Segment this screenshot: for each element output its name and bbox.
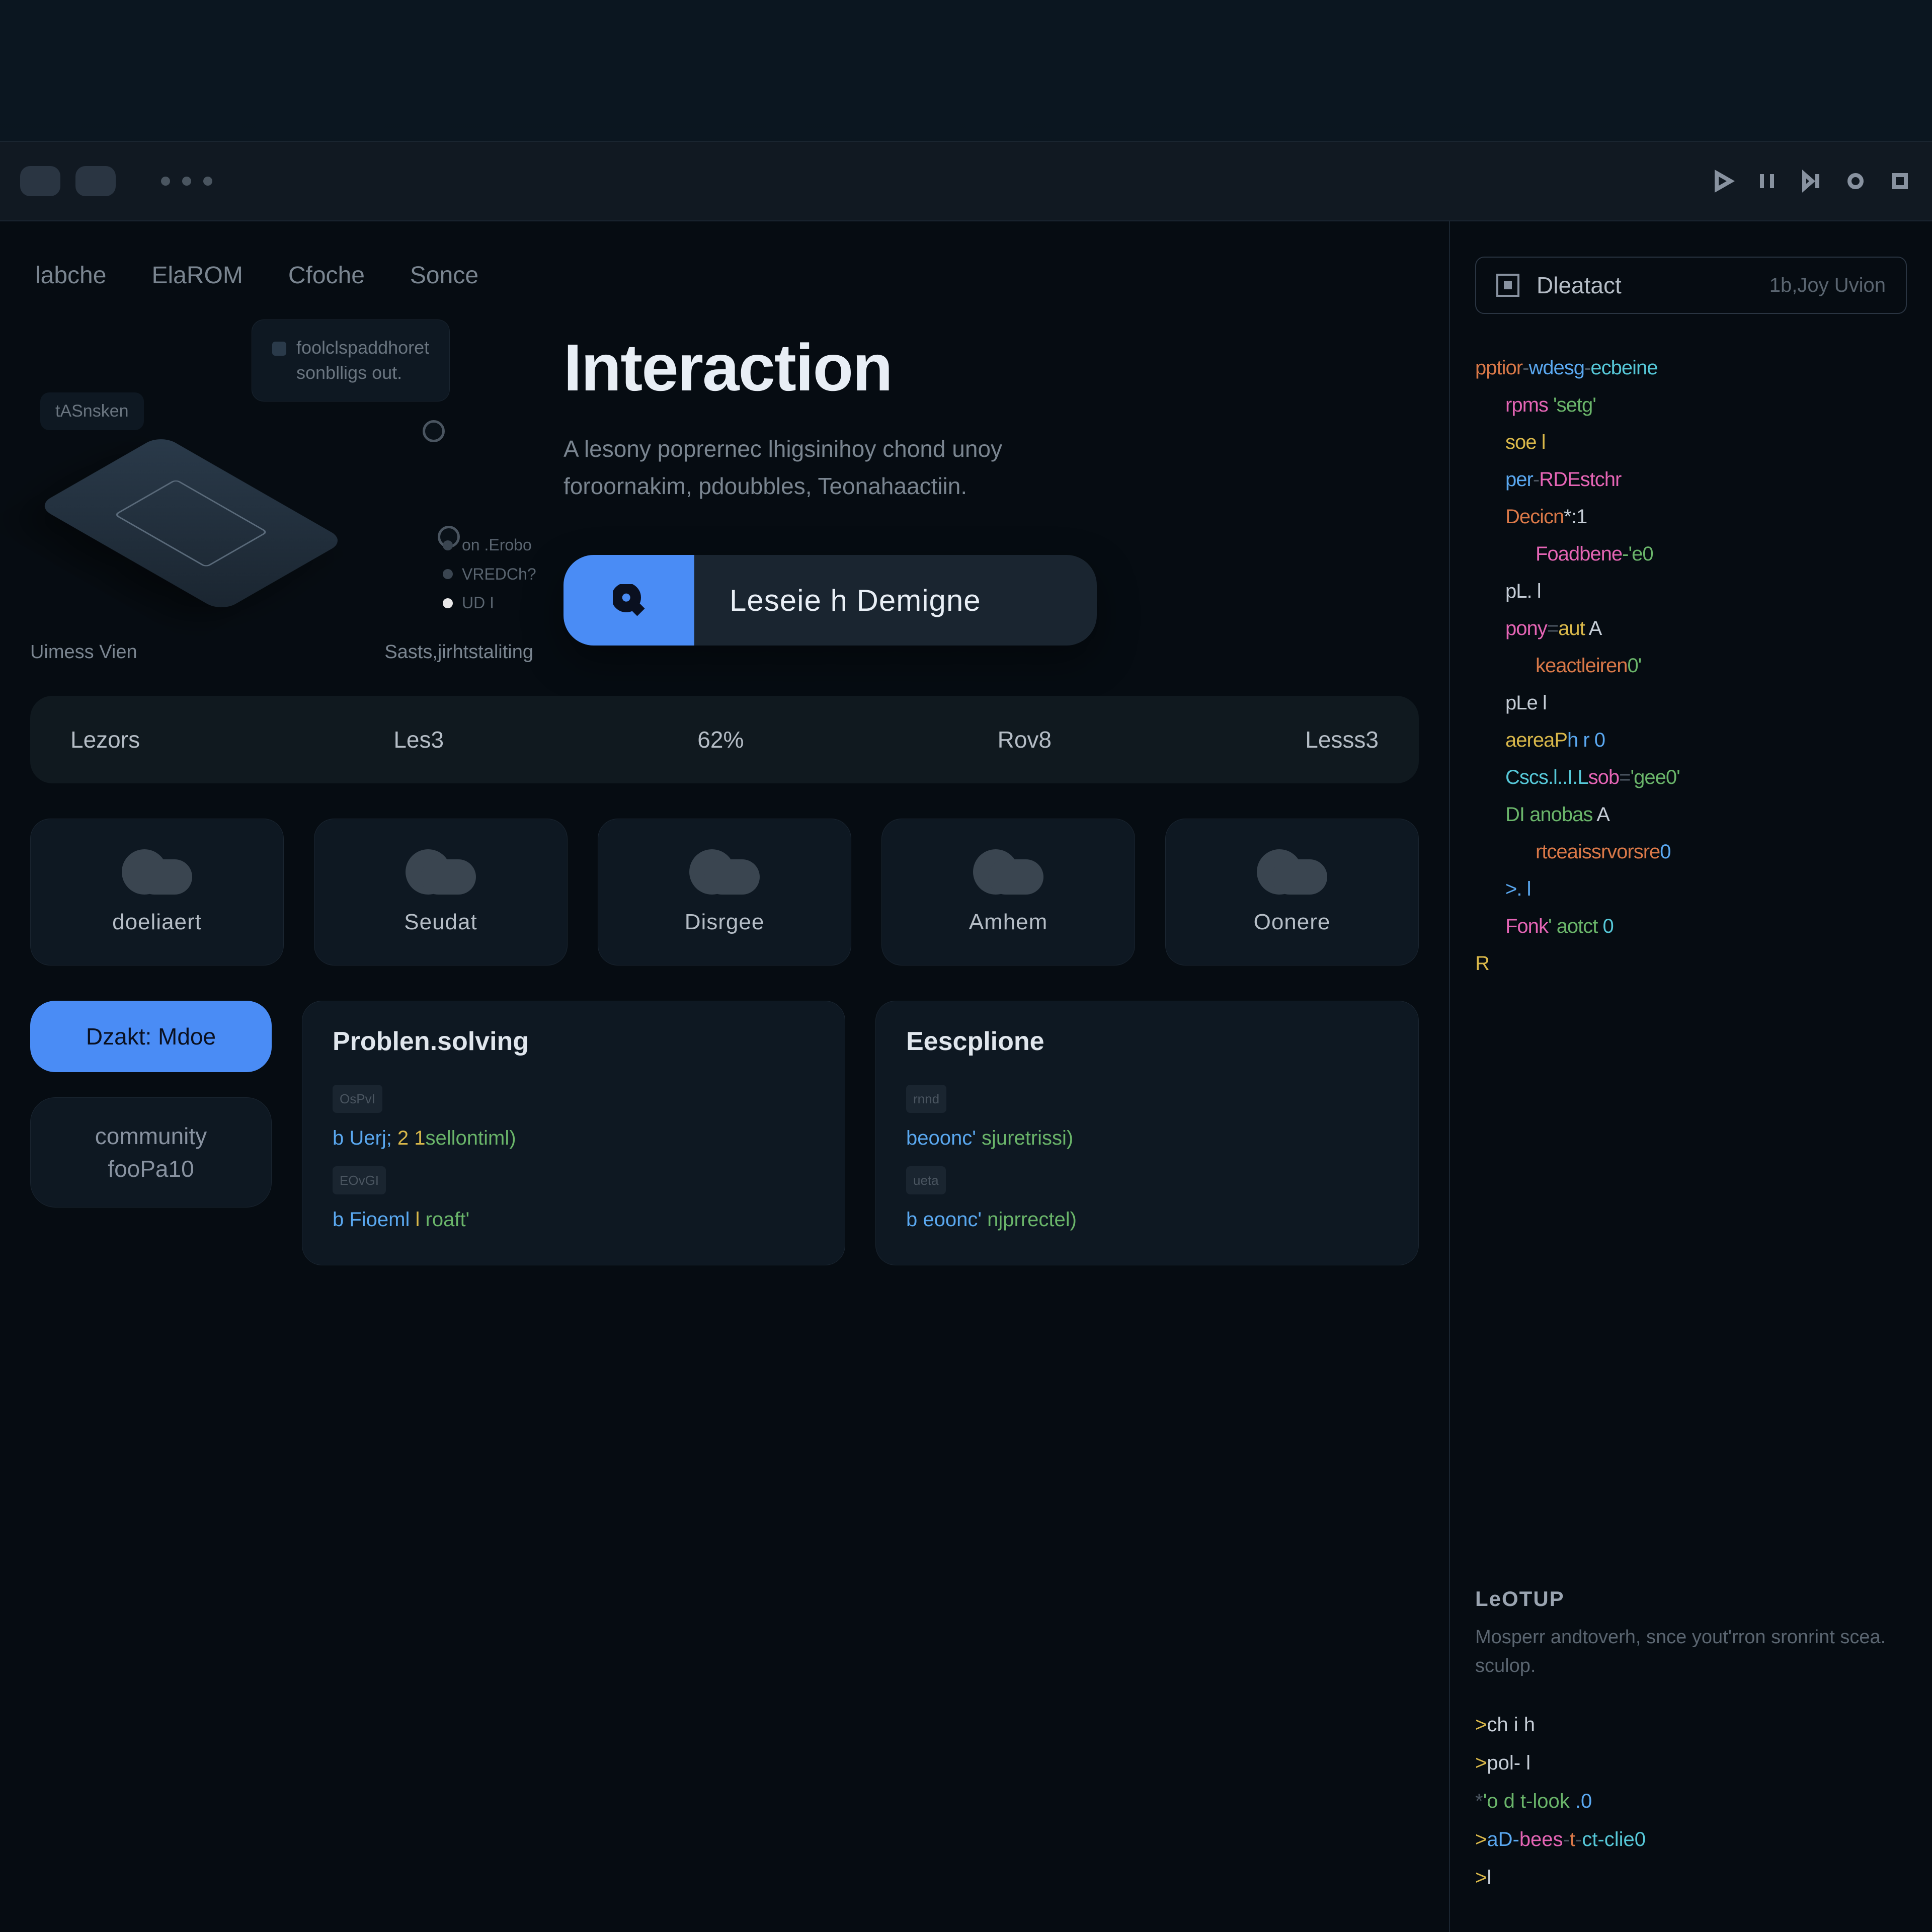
detect-icon [1496, 274, 1519, 297]
sidebar-subtitle: 1b,Joy Uvion [1769, 274, 1886, 297]
dot-icon[interactable] [161, 177, 170, 186]
category-card[interactable]: Amhem [881, 819, 1135, 965]
hero-section: foolclspaddhoret sonblligs out. tASnsken… [30, 319, 1419, 646]
window-pill[interactable] [20, 166, 60, 196]
help-title: LeOTUP [1475, 1587, 1907, 1611]
annotation-box: foolclspaddhoret sonblligs out. [252, 319, 450, 401]
cloud-icon [406, 844, 476, 890]
code-panel: pptior-wdesg-ecbeine rpms 'setg' soe l p… [1475, 349, 1907, 982]
isometric-device [60, 435, 322, 611]
box-title: Eescplione [906, 1026, 1388, 1057]
stats-strip: Lezors Les3 62% Rov8 Lesss3 [30, 696, 1419, 783]
dot-icon[interactable] [203, 177, 212, 186]
mode-button[interactable]: Dzakt: Mdoe [30, 1001, 272, 1072]
titlebar [0, 141, 1932, 221]
cta-label: Leseie h Demigne [694, 583, 981, 618]
page-title: Interaction [564, 330, 1419, 406]
nav-item[interactable]: ElaROM [151, 262, 243, 289]
stop-icon[interactable] [1888, 169, 1912, 193]
nav-item[interactable]: Sonce [410, 262, 478, 289]
stat-item: Lesss3 [1305, 726, 1379, 753]
hero-diagram: foolclspaddhoret sonblligs out. tASnsken… [30, 319, 533, 646]
problem-solving-box: Problen.solving OsPvI b Uerj; 2 1sellont… [302, 1001, 845, 1265]
community-button[interactable]: communityfooPa10 [30, 1097, 272, 1208]
sidebar-title: Dleatact [1537, 272, 1622, 299]
legend: on .Erobo VREDCh? UD I [443, 531, 536, 618]
stat-item: Lezors [70, 726, 140, 753]
category-card[interactable]: Oonere [1165, 819, 1419, 965]
media-controls [1711, 169, 1912, 193]
search-cta-button[interactable]: Leseie h Demigne [564, 555, 1097, 646]
box-title: Problen.solving [333, 1026, 815, 1057]
bottom-row: Dzakt: Mdoe communityfooPa10 Problen.sol… [30, 1001, 1419, 1265]
diagram-labels: Uimess VienSasts,jirhtstaliting [30, 641, 533, 663]
traffic-dots [161, 177, 212, 186]
node-circle[interactable] [423, 420, 445, 442]
help-panel: LeOTUP Mosperr andtoverh, snce yout'rron… [1475, 1557, 1907, 1897]
cloud-icon [1257, 844, 1327, 890]
tag-label: tASnsken [40, 392, 144, 430]
category-card[interactable]: Seudat [314, 819, 568, 965]
nav-item[interactable]: Cfoche [288, 262, 365, 289]
exception-box: Eescplione rnnd beoonc' sjuretrissi) uet… [875, 1001, 1419, 1265]
sidebar-header[interactable]: Dleatact 1b,Joy Uvion [1475, 257, 1907, 314]
code-sidebar: Dleatact 1b,Joy Uvion pptior-wdesg-ecbei… [1449, 221, 1932, 1932]
next-icon[interactable] [1799, 169, 1823, 193]
cloud-icon [122, 844, 192, 890]
stat-item: Les3 [393, 726, 444, 753]
nav-item[interactable]: labche [35, 262, 106, 289]
help-body: Mosperr andtoverh, snce yout'rron sronri… [1475, 1623, 1907, 1680]
category-card[interactable]: doeliaert [30, 819, 284, 965]
dot-icon[interactable] [182, 177, 191, 186]
top-nav: labche ElaROM Cfoche Sonce [30, 262, 1419, 319]
window-controls [20, 166, 212, 196]
stat-item: Rov8 [998, 726, 1052, 753]
search-icon [564, 555, 694, 646]
category-cards: doeliaert Seudat Disrgee Amhem Oonere [30, 819, 1419, 965]
record-icon[interactable] [1843, 169, 1868, 193]
stat-item: 62% [697, 726, 744, 753]
app-window: labche ElaROM Cfoche Sonce foolclspaddho… [0, 221, 1932, 1932]
side-buttons: Dzakt: Mdoe communityfooPa10 [30, 1001, 272, 1265]
play-icon[interactable] [1711, 169, 1735, 193]
window-pill[interactable] [75, 166, 116, 196]
page-subtitle: A lesony poprernec lhigsinihoy chond uno… [564, 431, 1092, 505]
pause-icon[interactable] [1755, 169, 1779, 193]
cloud-icon [973, 844, 1043, 890]
main-panel: labche ElaROM Cfoche Sonce foolclspaddho… [0, 221, 1449, 1932]
hero-content: Interaction A lesony poprernec lhigsinih… [564, 319, 1419, 646]
category-card[interactable]: Disrgee [598, 819, 851, 965]
cloud-icon [689, 844, 760, 890]
terminal-output: >ch i h >pol- l *'o d t-look .0 >aD-bees… [1475, 1706, 1907, 1897]
